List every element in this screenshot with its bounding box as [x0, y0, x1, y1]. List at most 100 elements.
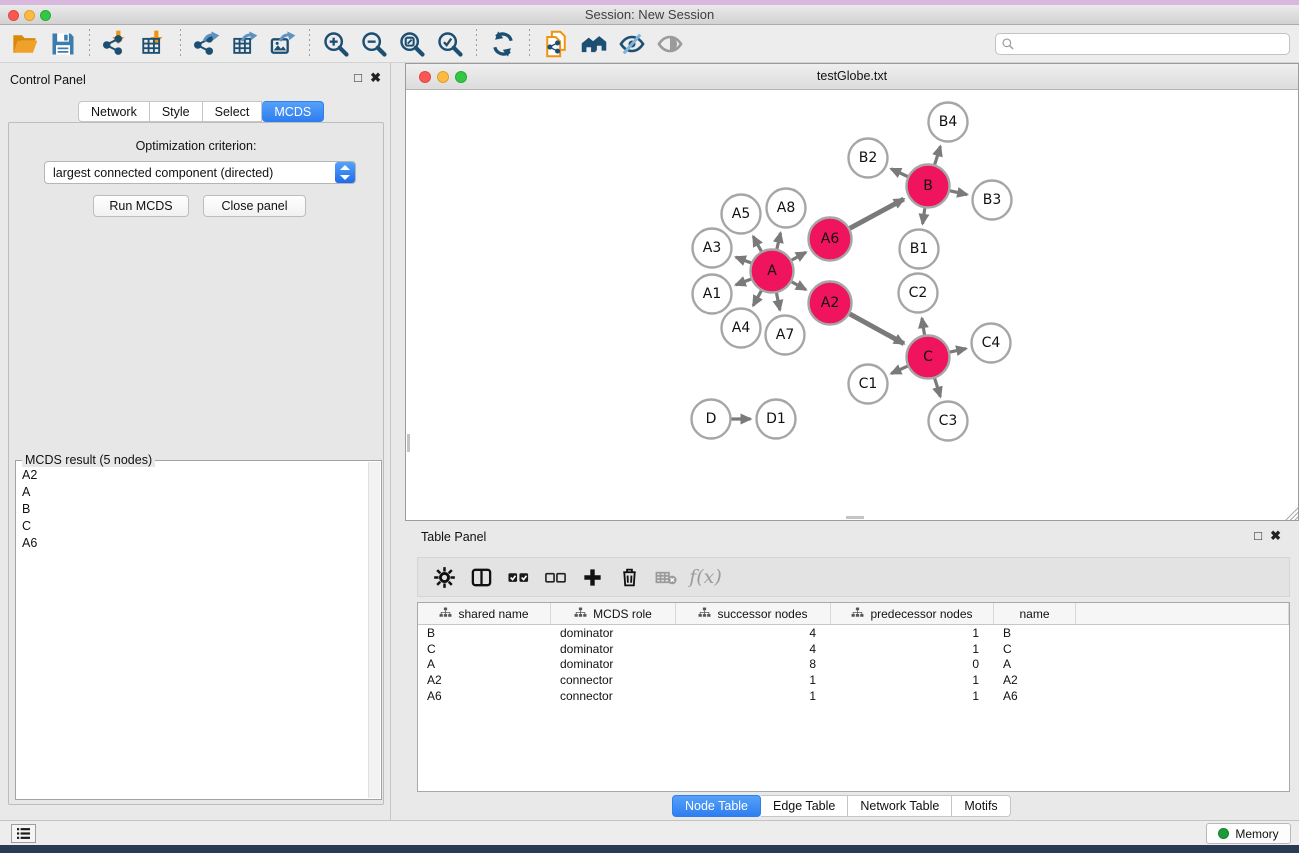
graph-edge-A-A8[interactable] [777, 233, 781, 249]
table-panel-float-button[interactable]: □ [1254, 529, 1262, 543]
column-header-successor-nodes[interactable]: successor nodes [676, 603, 831, 624]
search-input[interactable] [1015, 35, 1289, 53]
duplicate-network-button[interactable] [537, 28, 575, 60]
table-cell[interactable]: 1 [831, 641, 994, 657]
close-panel-button[interactable]: Close panel [203, 195, 306, 217]
graph-node-A8[interactable]: A8 [767, 189, 806, 228]
table-cell[interactable]: 1 [831, 672, 994, 688]
graph-node-A4[interactable]: A4 [722, 309, 761, 348]
graph-node-C1[interactable]: C1 [849, 365, 888, 404]
tab-select[interactable]: Select [203, 101, 263, 122]
table-cell[interactable]: A [994, 657, 1076, 673]
column-header-MCDS-role[interactable]: MCDS role [551, 603, 676, 624]
export-network-button[interactable] [188, 28, 226, 60]
table-cell[interactable]: connector [551, 672, 676, 688]
graph-node-C2[interactable]: C2 [899, 274, 938, 313]
graph-node-B4[interactable]: B4 [929, 103, 968, 142]
graph-edge-A-A1[interactable] [736, 279, 751, 285]
table-settings-button[interactable] [426, 561, 463, 593]
open-session-button[interactable] [6, 28, 44, 60]
table-panel-close-button[interactable]: ✖ [1270, 529, 1281, 543]
optimization-criterion-dropdown[interactable]: largest connected component (directed) [44, 161, 356, 184]
table-cell[interactable]: dominator [551, 625, 676, 641]
show-details-button[interactable] [651, 28, 689, 60]
result-item[interactable]: C [17, 517, 368, 534]
table-cell[interactable]: 1 [676, 688, 831, 704]
graph-edge-A-A5[interactable] [753, 236, 761, 251]
run-mcds-button[interactable]: Run MCDS [93, 195, 189, 217]
network-graph[interactable]: B4B2BB3A5A8A6B1A3AA1C2A2A4A7C4CC1C3DD1 [406, 90, 1298, 520]
table-cell[interactable]: 0 [831, 657, 994, 673]
graph-edge-C-C2[interactable] [922, 318, 925, 335]
graph-edge-B-B4[interactable] [935, 146, 941, 164]
table-cell[interactable]: A6 [994, 688, 1076, 704]
tab-network-table[interactable]: Network Table [848, 795, 952, 817]
table-cell[interactable]: A [418, 657, 551, 673]
home-layout-button[interactable] [575, 28, 613, 60]
table-cell[interactable]: 1 [831, 688, 994, 704]
graph-edge-A-A3[interactable] [736, 257, 751, 263]
column-header-name[interactable]: name [994, 603, 1076, 624]
delete-column-button[interactable] [611, 561, 648, 593]
graph-edge-C-C1[interactable] [891, 366, 907, 373]
zoom-in-button[interactable] [317, 28, 355, 60]
tab-mcds[interactable]: MCDS [262, 101, 324, 122]
add-column-button[interactable] [574, 561, 611, 593]
graph-node-A6[interactable]: A6 [809, 218, 852, 261]
table-cell[interactable]: C [994, 641, 1076, 657]
control-panel-close-button[interactable]: ✖ [370, 71, 381, 85]
graph-node-B1[interactable]: B1 [900, 230, 939, 269]
canvas-vertical-scroll-mark[interactable] [407, 434, 410, 452]
graph-edge-C-C3[interactable] [935, 379, 941, 397]
table-cell[interactable]: B [418, 625, 551, 641]
graph-edge-A-A4[interactable] [753, 291, 761, 306]
search-box[interactable] [995, 33, 1290, 55]
table-cell[interactable]: dominator [551, 657, 676, 673]
column-header-predecessor-nodes[interactable]: predecessor nodes [831, 603, 994, 624]
control-panel-float-button[interactable]: □ [354, 71, 362, 85]
table-cell[interactable]: connector [551, 688, 676, 704]
zoom-out-button[interactable] [355, 28, 393, 60]
split-view-button[interactable] [463, 561, 500, 593]
result-list-scrollbar[interactable] [368, 462, 380, 798]
save-session-button[interactable] [44, 28, 82, 60]
graph-node-A[interactable]: A [751, 250, 794, 293]
table-row[interactable]: Bdominator41B [418, 625, 1289, 641]
network-canvas[interactable]: B4B2BB3A5A8A6B1A3AA1C2A2A4A7C4CC1C3DD1 [406, 90, 1298, 520]
deselect-all-button[interactable] [537, 561, 574, 593]
table-cell[interactable]: A2 [418, 672, 551, 688]
graph-node-A5[interactable]: A5 [722, 195, 761, 234]
task-history-button[interactable] [11, 824, 36, 843]
zoom-selected-button[interactable] [431, 28, 469, 60]
graph-node-D1[interactable]: D1 [757, 400, 796, 439]
graph-node-D[interactable]: D [692, 400, 731, 439]
table-cell[interactable]: dominator [551, 641, 676, 657]
graph-node-B[interactable]: B [907, 165, 950, 208]
hide-details-button[interactable] [613, 28, 651, 60]
graph-node-C3[interactable]: C3 [929, 402, 968, 441]
import-table-button[interactable] [135, 28, 173, 60]
import-network-button[interactable] [97, 28, 135, 60]
export-image-button[interactable] [264, 28, 302, 60]
graph-edge-A6-B[interactable] [850, 199, 904, 228]
table-cell[interactable]: 8 [676, 657, 831, 673]
graph-edge-B-B1[interactable] [923, 208, 925, 224]
canvas-horizontal-scroll-mark[interactable] [846, 516, 864, 519]
graph-node-B2[interactable]: B2 [849, 139, 888, 178]
result-item[interactable]: A [17, 483, 368, 500]
select-all-button[interactable] [500, 561, 537, 593]
result-item[interactable]: A6 [17, 534, 368, 551]
table-cell[interactable]: B [994, 625, 1076, 641]
graph-edge-B-B2[interactable] [891, 169, 908, 177]
graph-edge-A-A7[interactable] [777, 293, 780, 310]
memory-button[interactable]: Memory [1206, 823, 1291, 844]
network-window-titlebar[interactable]: testGlobe.txt [406, 64, 1298, 90]
graph-node-A7[interactable]: A7 [766, 316, 805, 355]
tab-network[interactable]: Network [78, 101, 150, 122]
window-titlebar[interactable]: Session: New Session [0, 5, 1299, 25]
result-item[interactable]: A2 [17, 466, 368, 483]
graph-node-A3[interactable]: A3 [693, 229, 732, 268]
tab-edge-table[interactable]: Edge Table [761, 795, 848, 817]
result-item[interactable]: B [17, 500, 368, 517]
table-cell[interactable]: A6 [418, 688, 551, 704]
